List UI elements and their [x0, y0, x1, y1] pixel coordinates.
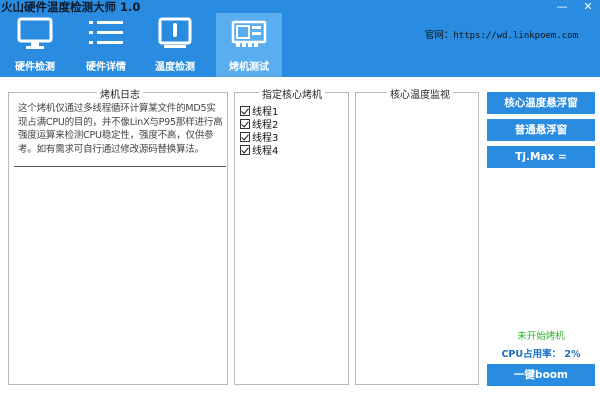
tab-hardware-check[interactable]: 硬件检测	[0, 13, 70, 77]
thread-label: 线程4	[252, 146, 279, 157]
tab-label: 温度检测	[155, 62, 195, 73]
tjmax-button[interactable]: Tj.Max =	[487, 146, 595, 168]
website-label: 官网：	[424, 30, 454, 41]
checkbox-checked-icon[interactable]	[240, 131, 250, 142]
checkbox-checked-icon[interactable]	[240, 144, 250, 155]
monitor-icon	[17, 17, 53, 55]
header-bar: 火山硬件温度检测大师 1.0 — ✕ 硬件检测 硬件详情 温度检测 烤机测试 官…	[0, 0, 600, 77]
graphics-card-icon	[230, 17, 268, 53]
thread-panel-title: 指定核心烤机	[259, 86, 325, 101]
tab-burn-in-test[interactable]: 烤机测试	[216, 13, 282, 77]
temp-monitor-panel	[355, 92, 479, 385]
minimize-button[interactable]: —	[556, 1, 568, 13]
log-panel-title: 烤机日志	[97, 86, 143, 101]
window-controls: — ✕	[556, 1, 594, 13]
tab-hardware-details[interactable]: 硬件详情	[70, 13, 142, 77]
window-title: 火山硬件温度检测大师 1.0	[1, 0, 141, 14]
list-icon	[86, 17, 126, 53]
tab-bar: 硬件检测 硬件详情 温度检测 烤机测试	[0, 13, 282, 77]
thread-checkbox-4[interactable]: 线程4	[240, 143, 279, 157]
tab-temperature-check[interactable]: 温度检测	[142, 13, 208, 77]
normal-float-button[interactable]: 普通悬浮窗	[487, 119, 595, 141]
checkbox-checked-icon[interactable]	[240, 105, 250, 116]
cpu-usage: CPU占用率： 2%	[501, 349, 581, 360]
checkbox-checked-icon[interactable]	[240, 118, 250, 129]
burn-status: 未开始烤机	[517, 331, 565, 342]
close-button[interactable]: ✕	[582, 1, 594, 13]
log-text: 这个烤机仅通过多线程循环计算某文件的MD5实现占满CPU的目的，并不像LinX与…	[18, 103, 223, 155]
temp-monitor-title: 核心温度监视	[387, 86, 453, 101]
thread-list: 线程1 线程2 线程3 线程4	[240, 104, 279, 157]
tab-label: 烤机测试	[229, 62, 269, 73]
website-info: 官网：https://wd.linkpoem.com	[425, 27, 578, 41]
tab-label: 硬件详情	[86, 62, 126, 73]
tab-label: 硬件检测	[15, 62, 55, 73]
log-divider	[14, 166, 226, 167]
website-link[interactable]: https://wd.linkpoem.com	[453, 31, 578, 41]
boom-button[interactable]: 一键boom	[487, 364, 595, 386]
thermometer-monitor-icon	[158, 17, 192, 55]
core-temp-float-button[interactable]: 核心温度悬浮窗	[487, 92, 595, 114]
